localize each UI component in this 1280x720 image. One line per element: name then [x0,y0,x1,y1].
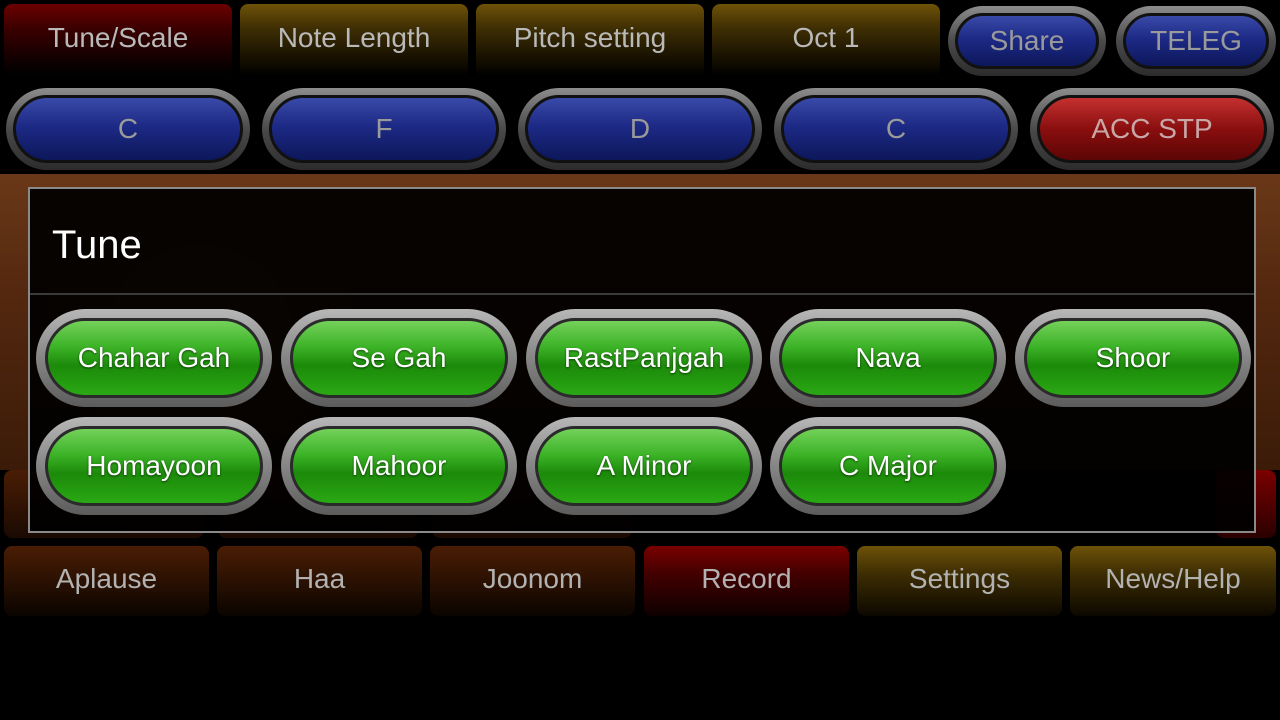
app-screen: Tune/Scale Note Length Pitch setting Oct… [0,0,1280,720]
teleg-button[interactable]: TELEG [1116,6,1276,76]
tune-option-label: C Major [779,426,997,506]
octave-tab[interactable]: Oct 1 [712,4,940,76]
tune-option-homayoon[interactable]: Homayoon [36,417,272,515]
tune-option-label: Nava [779,318,997,398]
tune-option-label: Homayoon [45,426,263,506]
key-button-4[interactable]: C [774,88,1018,170]
settings-button[interactable]: Settings [857,546,1062,616]
haa-button[interactable]: Haa [217,546,422,616]
share-button[interactable]: Share [948,6,1106,76]
record-button[interactable]: Record [644,546,849,616]
key-button-2[interactable]: F [262,88,506,170]
tune-option-nava[interactable]: Nava [770,309,1006,407]
key-button-3[interactable]: D [518,88,762,170]
key-button-1[interactable]: C [6,88,250,170]
tune-option-se-gah[interactable]: Se Gah [281,309,517,407]
key-label: C [13,95,243,163]
share-label: Share [955,13,1099,69]
key-label: F [269,95,499,163]
tune-dialog: Tune Chahar Gah Se Gah RastPanjgah Nava … [28,187,1256,533]
pitch-setting-tab[interactable]: Pitch setting [476,4,704,76]
tune-option-a-minor[interactable]: A Minor [526,417,762,515]
note-length-tab[interactable]: Note Length [240,4,468,76]
tune-option-mahoor[interactable]: Mahoor [281,417,517,515]
tune-option-label: Shoor [1024,318,1242,398]
tune-option-shoor[interactable]: Shoor [1015,309,1251,407]
news-help-button[interactable]: News/Help [1070,546,1276,616]
teleg-label: TELEG [1123,13,1269,69]
acc-stop-button[interactable]: ACC STP [1030,88,1274,170]
joonom-button[interactable]: Joonom [430,546,635,616]
tune-option-label: Chahar Gah [45,318,263,398]
tune-option-label: RastPanjgah [535,318,753,398]
dialog-title: Tune [52,223,142,267]
tune-option-chahar-gah[interactable]: Chahar Gah [36,309,272,407]
tune-scale-tab[interactable]: Tune/Scale [4,4,232,76]
applause-button[interactable]: Aplause [4,546,209,616]
tune-option-rastpanjgah[interactable]: RastPanjgah [526,309,762,407]
tune-option-label: A Minor [535,426,753,506]
key-label: C [781,95,1011,163]
tune-option-label: Se Gah [290,318,508,398]
acc-stop-label: ACC STP [1037,95,1267,163]
key-label: D [525,95,755,163]
tune-option-label: Mahoor [290,426,508,506]
tune-option-c-major[interactable]: C Major [770,417,1006,515]
dialog-divider [30,293,1254,295]
